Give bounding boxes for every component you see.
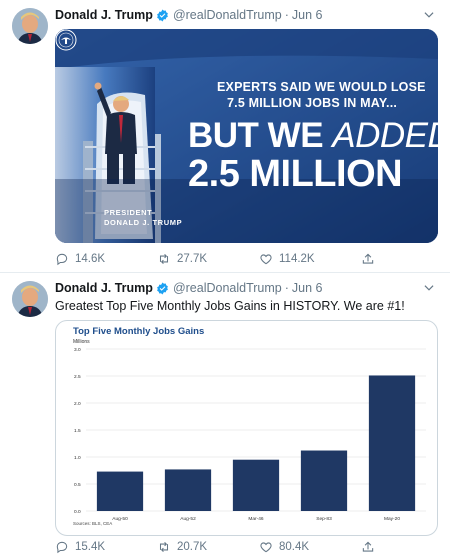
reply-count: 14.6K: [75, 253, 106, 265]
like-count: 114.2K: [279, 253, 315, 265]
chart-bar: [96, 471, 144, 511]
like-count: 80.4K: [279, 541, 310, 553]
author-name[interactable]: Donald J. Trump: [55, 8, 153, 22]
tweet-timestamp[interactable]: Jun 6: [292, 8, 323, 22]
x-tick-label: May-20: [384, 516, 400, 522]
share-icon: [362, 541, 374, 552]
tweet-1[interactable]: Donald J. Trump @realDonaldTrump · Jun 6: [0, 0, 450, 272]
avatar-image: [12, 281, 48, 317]
tweet-2[interactable]: Donald J. Trump @realDonaldTrump · Jun 6…: [0, 273, 450, 560]
y-tick-label: 0.0: [74, 509, 81, 515]
y-tick-label: 3.0: [74, 347, 81, 353]
verified-badge-icon: [157, 9, 168, 21]
headline-line-2: 7.5 MILLION JOBS IN MAY...: [227, 96, 398, 110]
share-button[interactable]: [361, 540, 381, 554]
avatar[interactable]: [12, 8, 48, 44]
tweet-actions: 15.4K 20.7K 80.4K: [55, 538, 385, 556]
headline-line-3: BUT WE ADDED: [188, 117, 438, 155]
retweet-icon: [159, 541, 169, 553]
headline-line-1: EXPERTS SAID WE WOULD LOSE: [217, 80, 426, 94]
x-tick-label: Sep-83: [316, 516, 332, 522]
y-tick-label: 2.0: [74, 401, 81, 407]
tweet-actions: 14.6K 27.7K 114.2K: [55, 250, 385, 268]
presidential-seal-icon: [55, 29, 77, 51]
tweet-timestamp[interactable]: Jun 6: [292, 281, 323, 295]
heart-icon: [260, 254, 272, 265]
reply-button[interactable]: 14.6K: [55, 252, 157, 266]
author-handle[interactable]: @realDonaldTrump: [173, 281, 282, 295]
x-tick-label: Mar-46: [248, 516, 264, 522]
y-tick-label: 0.5: [74, 482, 81, 488]
headline-line-3-bold: BUT WE: [188, 116, 333, 155]
x-tick-label: Aug-52: [180, 516, 196, 522]
chart-bar: [164, 469, 212, 511]
chart-bar: [232, 459, 280, 511]
chart-bar: [368, 375, 416, 511]
reply-button[interactable]: 15.4K: [55, 540, 157, 554]
separator-dot: ·: [284, 8, 289, 22]
avatar[interactable]: [12, 281, 48, 317]
avatar-image: [12, 8, 48, 44]
y-tick-label: 1.0: [74, 455, 81, 461]
retweet-icon: [159, 253, 169, 265]
retweet-button[interactable]: 27.7K: [157, 252, 259, 266]
headline-line-3-light: ADDED: [332, 116, 438, 155]
retweet-button[interactable]: 20.7K: [157, 540, 259, 554]
share-button[interactable]: [361, 252, 381, 266]
retweet-count: 27.7K: [177, 253, 208, 265]
like-button[interactable]: 114.2K: [259, 252, 361, 266]
reply-icon: [56, 541, 68, 554]
heart-icon: [260, 542, 272, 553]
tweet-header: Donald J. Trump @realDonaldTrump · Jun 6: [55, 6, 323, 24]
chart-bar: [300, 450, 348, 511]
y-tick-label: 2.5: [74, 374, 81, 380]
president-name: DONALD J. TRUMP: [104, 218, 183, 227]
bar-chart: 0.0 0.5 1.0 1.5 2.0 2.5 3.0 Aug-50 Aug-52 Mar-46 S…: [74, 347, 426, 522]
share-icon: [362, 253, 374, 264]
chevron-down-icon[interactable]: [422, 281, 436, 295]
author-name[interactable]: Donald J. Trump: [55, 281, 153, 295]
chart-image[interactable]: Top Five Monthly Jobs Gains Millions 0.0…: [55, 320, 438, 536]
x-tick-label: Aug-50: [112, 516, 128, 522]
chart-source: Sources: BLS, CEA: [73, 521, 113, 526]
separator-dot: ·: [284, 281, 289, 295]
tweet-header: Donald J. Trump @realDonaldTrump · Jun 6: [55, 279, 323, 297]
reply-count: 15.4K: [75, 541, 106, 553]
tweet-image[interactable]: EXPERTS SAID WE WOULD LOSE 7.5 MILLION J…: [55, 29, 438, 243]
chevron-down-icon[interactable]: [422, 8, 436, 22]
reply-icon: [56, 253, 68, 266]
y-tick-label: 1.5: [74, 428, 81, 434]
author-handle[interactable]: @realDonaldTrump: [173, 8, 282, 22]
headline-line-4: 2.5 MILLION: [188, 153, 403, 195]
retweet-count: 20.7K: [177, 541, 208, 553]
like-button[interactable]: 80.4K: [259, 540, 361, 554]
tweet-text: Greatest Top Five Monthly Jobs Gains in …: [55, 299, 405, 313]
president-label: PRESIDENT: [104, 208, 153, 217]
verified-badge-icon: [157, 282, 168, 294]
